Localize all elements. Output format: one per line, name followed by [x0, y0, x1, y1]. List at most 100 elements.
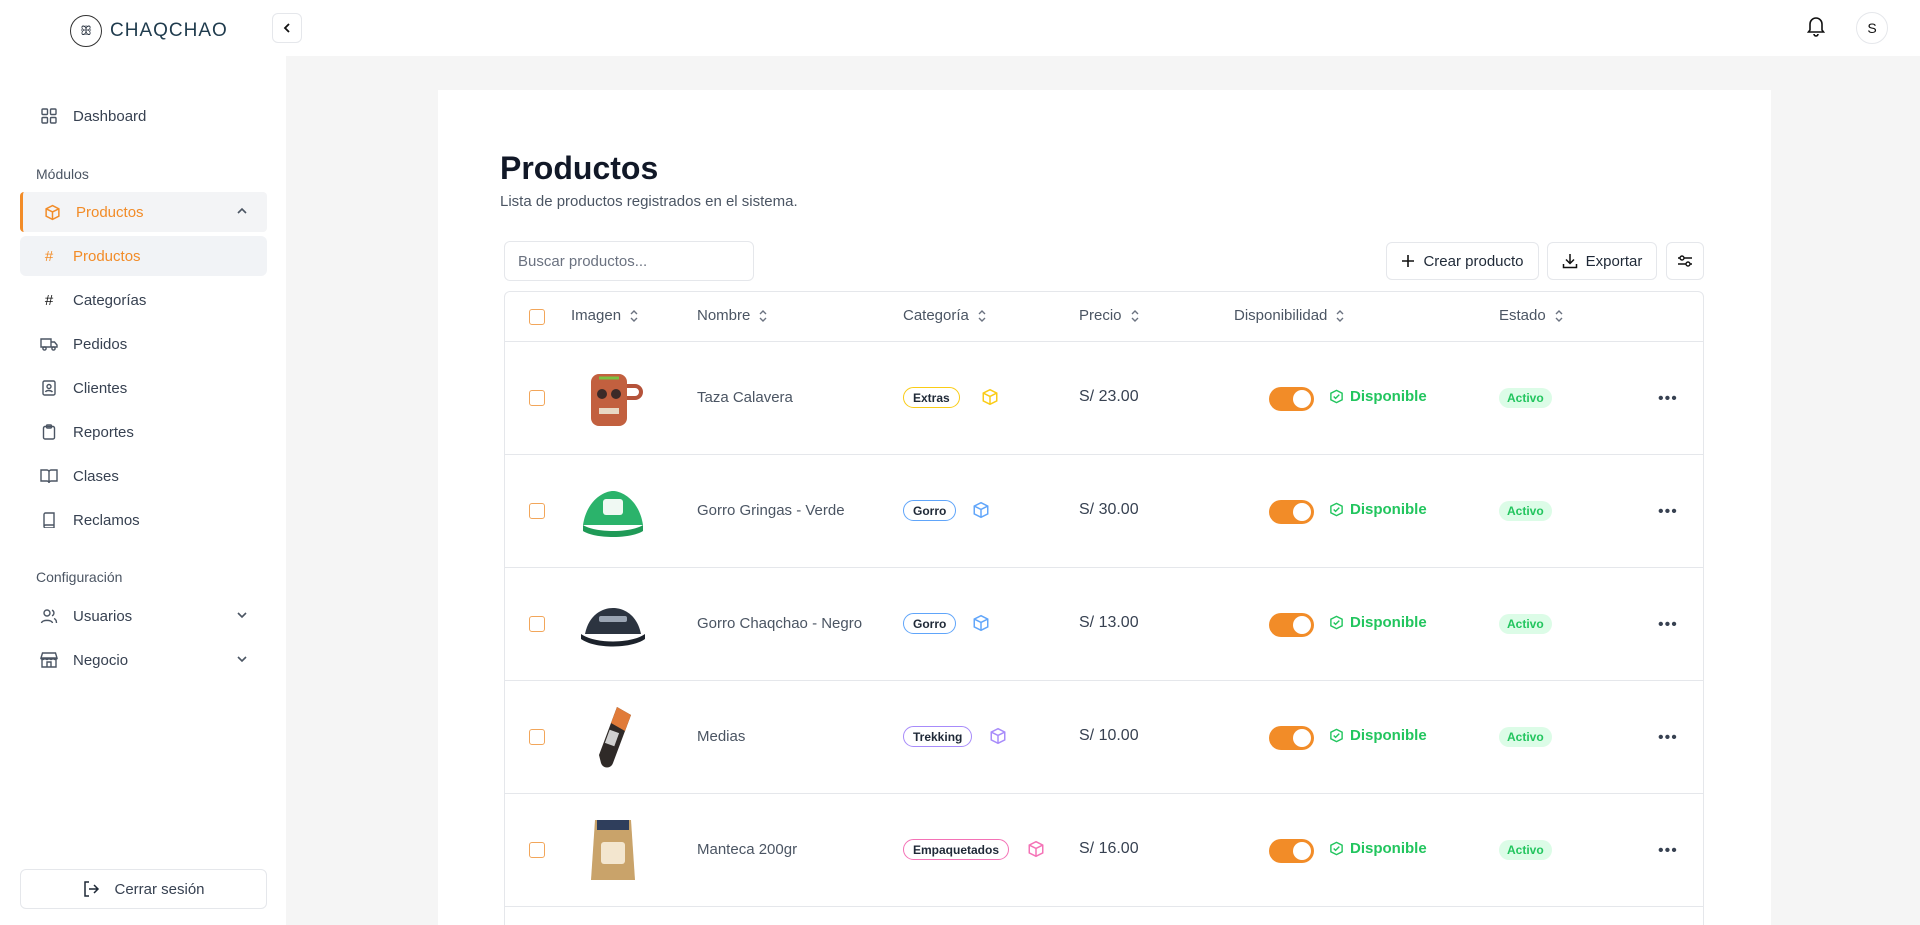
column-header-precio[interactable]: Precio — [1079, 307, 1140, 324]
package-check-icon — [1329, 389, 1344, 404]
column-label: Categoría — [903, 307, 969, 324]
column-header-estado[interactable]: Estado — [1499, 307, 1564, 324]
row-checkbox[interactable] — [529, 729, 545, 745]
chevron-down-icon — [235, 652, 249, 670]
sort-icon — [977, 309, 987, 323]
more-actions-icon[interactable]: ••• — [1658, 729, 1678, 747]
topbar — [286, 0, 1920, 56]
view-options-button[interactable] — [1666, 242, 1704, 280]
sidebar-item-pedidos[interactable]: Pedidos — [20, 324, 267, 364]
sidebar-item-productos-group[interactable]: Productos — [20, 192, 267, 232]
column-label: Estado — [1499, 307, 1546, 324]
sidebar-item-label: Productos — [73, 247, 141, 265]
availability-label: Disponible — [1350, 727, 1427, 744]
clipboard-icon — [40, 423, 58, 441]
table-header: Imagen Nombre Categoría Precio Disponibi… — [505, 292, 1703, 342]
availability-label: Disponible — [1350, 614, 1427, 631]
product-name: Manteca 200gr — [697, 841, 798, 858]
status-badge: Activo — [1499, 840, 1552, 860]
sidebar-item-label: Negocio — [73, 651, 129, 669]
product-image-green-cap — [583, 491, 643, 537]
brand[interactable]: ꕥ CHAQCHAO — [70, 15, 228, 47]
sidebar-item-label: Reclamos — [73, 511, 140, 529]
availability-toggle[interactable] — [1269, 613, 1314, 637]
column-label: Nombre — [697, 307, 751, 324]
products-table: Imagen Nombre Categoría Precio Disponibi… — [504, 291, 1704, 925]
sidebar-item-label: Clases — [73, 467, 119, 485]
more-actions-icon[interactable]: ••• — [1658, 503, 1678, 521]
cube-icon — [972, 501, 990, 524]
row-checkbox[interactable] — [529, 390, 545, 406]
row-checkbox[interactable] — [529, 503, 545, 519]
row-checkbox[interactable] — [529, 616, 545, 632]
product-price: S/ 10.00 — [1079, 727, 1139, 744]
select-all-checkbox[interactable] — [529, 309, 545, 325]
cube-icon — [989, 727, 1007, 750]
column-label: Imagen — [571, 307, 622, 324]
sidebar-item-label: Clientes — [73, 379, 128, 397]
product-name: Gorro Gringas - Verde — [697, 502, 845, 519]
sidebar-item-label: Pedidos — [73, 335, 128, 353]
grid-icon — [40, 107, 58, 125]
column-header-disponibilidad[interactable]: Disponibilidad — [1234, 307, 1345, 324]
column-header-nombre[interactable]: Nombre — [697, 307, 768, 324]
column-header-imagen[interactable]: Imagen — [571, 307, 639, 324]
search-input[interactable] — [504, 241, 754, 281]
sidebar-item-reclamos[interactable]: Reclamos — [20, 500, 267, 540]
more-actions-icon[interactable]: ••• — [1658, 842, 1678, 860]
logout-label: Cerrar sesión — [114, 880, 205, 898]
export-button[interactable]: Exportar — [1547, 242, 1657, 280]
more-actions-icon[interactable]: ••• — [1658, 616, 1678, 634]
avatar[interactable]: S — [1856, 12, 1888, 44]
table-row[interactable]: Gorro Gringas - Verde Gorro S/ 30.00 Dis… — [505, 455, 1703, 568]
availability-label: Disponible — [1350, 388, 1427, 405]
product-image-socks — [599, 707, 631, 768]
sidebar-item-label: Dashboard — [73, 107, 147, 125]
more-actions-icon[interactable]: ••• — [1658, 390, 1678, 408]
page-subtitle: Lista de productos registrados en el sis… — [500, 193, 798, 210]
bell-icon[interactable] — [1806, 15, 1826, 42]
column-header-categoria[interactable]: Categoría — [903, 307, 987, 324]
brand-logo-icon: ꕥ — [70, 15, 102, 47]
availability-toggle[interactable] — [1269, 500, 1314, 524]
sidebar-item-label: Categorías — [73, 291, 147, 309]
availability-toggle[interactable] — [1269, 726, 1314, 750]
sidebar-item-clientes[interactable]: Clientes — [20, 368, 267, 408]
sidebar-item-clases[interactable]: Clases — [20, 456, 267, 496]
product-image-bag — [591, 820, 635, 880]
cube-icon — [1027, 840, 1045, 863]
sidebar-item-reportes[interactable]: Reportes — [20, 412, 267, 452]
logout-button[interactable]: Cerrar sesión — [20, 869, 267, 909]
product-price: S/ 13.00 — [1079, 614, 1139, 631]
status-badge: Activo — [1499, 501, 1552, 521]
product-name: Taza Calavera — [697, 389, 793, 406]
row-checkbox[interactable] — [529, 842, 545, 858]
category-badge: Extras — [903, 387, 960, 408]
availability-toggle[interactable] — [1269, 839, 1314, 863]
availability-toggle[interactable] — [1269, 387, 1314, 411]
table-row[interactable]: Gorro Chaqchao - Negro Gorro S/ 13.00 Di… — [505, 568, 1703, 681]
package-check-icon — [1329, 841, 1344, 856]
sort-icon — [758, 309, 768, 323]
product-image-mug — [591, 374, 643, 426]
truck-icon — [40, 335, 58, 353]
hash-icon: # — [44, 291, 54, 309]
status-badge: Activo — [1499, 727, 1552, 747]
availability-status: Disponible — [1329, 727, 1427, 744]
sidebar-item-categorias[interactable]: # Categorías — [20, 280, 267, 320]
sidebar-item-negocio[interactable]: Negocio — [20, 640, 267, 680]
table-row[interactable]: Manteca 200gr Empaquetados S/ 16.00 Disp… — [505, 794, 1703, 907]
availability-status: Disponible — [1329, 840, 1427, 857]
sidebar-item-dashboard[interactable]: Dashboard — [20, 96, 267, 136]
sidebar-item-usuarios[interactable]: Usuarios — [20, 596, 267, 636]
table-row[interactable]: Taza Calavera Extras S/ 23.00 Disponible… — [505, 342, 1703, 455]
sidebar-item-productos[interactable]: # Productos — [20, 236, 267, 276]
sort-icon — [1335, 309, 1345, 323]
sliders-icon — [1677, 254, 1693, 268]
create-product-button[interactable]: Crear producto — [1386, 242, 1539, 280]
sort-icon — [1130, 309, 1140, 323]
availability-status: Disponible — [1329, 501, 1427, 518]
chevron-left-icon — [281, 22, 293, 34]
table-row[interactable]: Medias Trekking S/ 10.00 Disponible Acti… — [505, 681, 1703, 794]
sidebar-collapse-button[interactable] — [272, 13, 302, 43]
